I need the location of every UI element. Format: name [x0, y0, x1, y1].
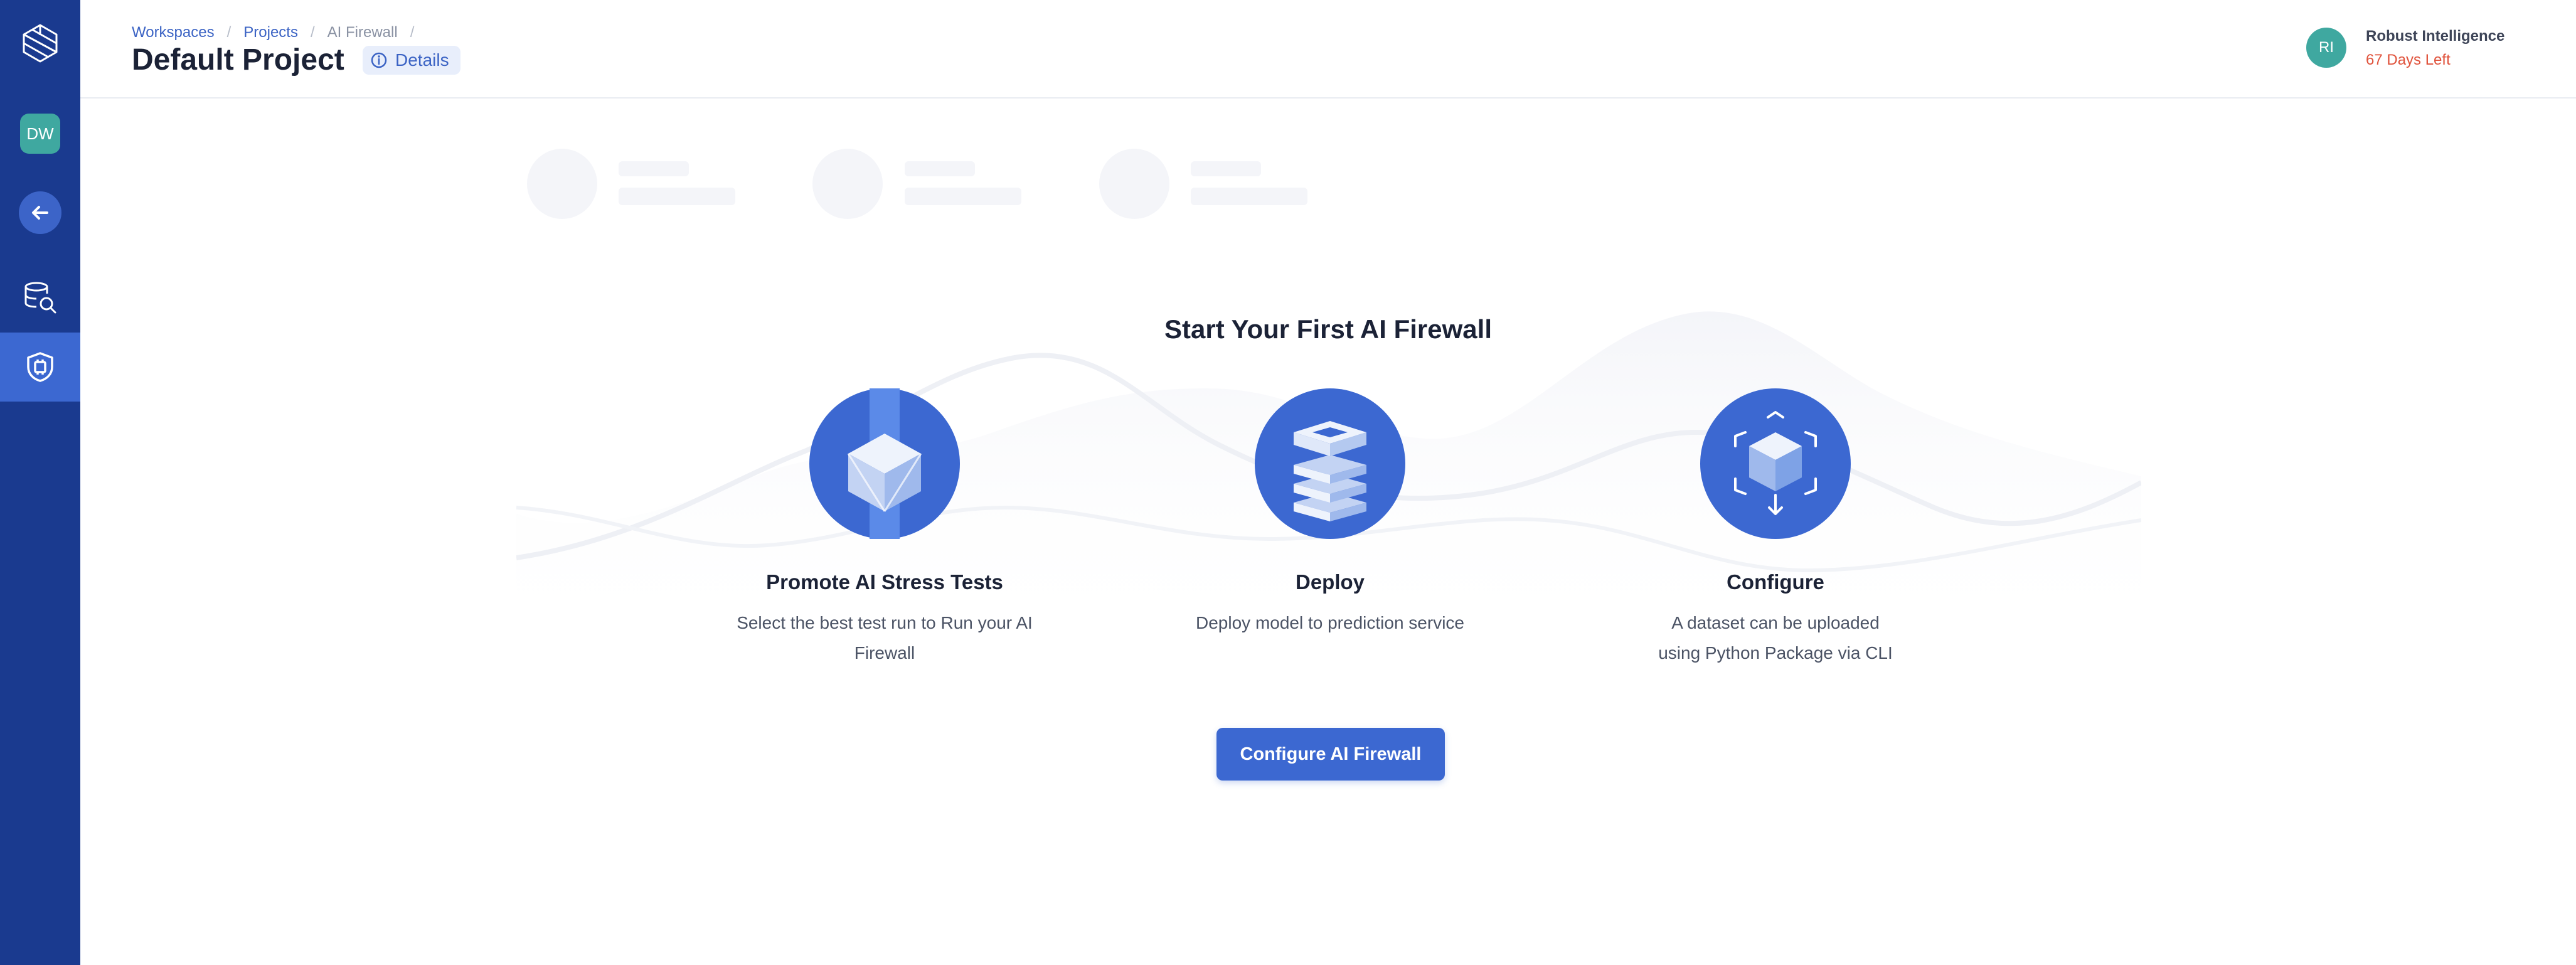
breadcrumb: Workspaces / Projects / AI Firewall / — [132, 24, 414, 41]
details-button[interactable]: Details — [363, 46, 460, 75]
trial-days-left: 67 Days Left — [2366, 51, 2451, 68]
breadcrumb-separator: / — [226, 24, 232, 41]
sidebar: DW — [0, 0, 80, 965]
user-name[interactable]: Robust Intelligence — [2366, 28, 2504, 45]
firewall-shield-icon — [27, 352, 53, 382]
stress-test-cube-icon — [809, 388, 960, 539]
breadcrumb-projects[interactable]: Projects — [243, 24, 298, 41]
breadcrumb-current: AI Firewall — [327, 24, 398, 41]
skeleton-line — [905, 188, 1021, 205]
skeleton-avatar — [527, 149, 597, 219]
configure-box-icon — [1700, 388, 1851, 539]
breadcrumb-separator: / — [310, 24, 315, 41]
breadcrumb-workspaces[interactable]: Workspaces — [132, 24, 215, 41]
skeleton-line — [1191, 161, 1261, 176]
step-title: Configure — [1727, 570, 1824, 594]
step-description-line: A dataset can be uploaded — [1671, 613, 1880, 632]
step-title: Deploy — [1295, 570, 1365, 594]
step-title: Promote AI Stress Tests — [766, 570, 1003, 594]
skeleton-avatar — [1099, 149, 1169, 219]
skeleton-line — [619, 188, 735, 205]
workspace-avatar[interactable]: DW — [20, 114, 60, 154]
skeleton-line — [619, 161, 689, 176]
back-button[interactable] — [19, 191, 61, 234]
skeleton-line — [905, 161, 975, 176]
breadcrumb-separator: / — [410, 24, 415, 41]
user-avatar[interactable]: RI — [2306, 28, 2346, 68]
main-content: Start Your First AI Firewall Promote AI … — [80, 100, 2576, 965]
step-card-configure: Configure A dataset can be uploaded usin… — [1600, 388, 1951, 668]
configure-ai-firewall-button[interactable]: Configure AI Firewall — [1216, 728, 1445, 781]
step-card-deploy: Deploy Deploy model to prediction servic… — [1154, 388, 1506, 638]
skeleton-avatar — [812, 149, 883, 219]
details-label: Details — [395, 50, 449, 70]
skeleton-line — [1191, 188, 1307, 205]
step-description-line: Select the best test run to Run your AI — [737, 613, 1033, 632]
step-description-line: Firewall — [854, 643, 915, 663]
step-description-line: Deploy model to prediction service — [1196, 613, 1464, 632]
empty-state-heading: Start Your First AI Firewall — [1164, 314, 1492, 344]
page-title: Default Project — [132, 43, 344, 77]
user-initials: RI — [2319, 39, 2334, 56]
workspace-initials: DW — [26, 124, 54, 143]
step-description-line: using Python Package via CLI — [1658, 643, 1893, 663]
info-icon — [371, 52, 387, 68]
step-card-promote: Promote AI Stress Tests Select the best … — [709, 388, 1060, 668]
server-stack-icon — [1255, 388, 1405, 539]
step-description: Select the best test run to Run your AI … — [709, 608, 1060, 668]
data-search-icon[interactable] — [21, 279, 59, 316]
back-arrow-icon — [32, 206, 48, 220]
logo-icon[interactable] — [19, 23, 61, 64]
step-description: A dataset can be uploaded using Python P… — [1600, 608, 1951, 668]
sidebar-item-ai-firewall[interactable] — [0, 333, 80, 402]
page-header: Workspaces / Projects / AI Firewall / De… — [80, 0, 2576, 99]
step-description: Deploy model to prediction service — [1154, 608, 1506, 638]
